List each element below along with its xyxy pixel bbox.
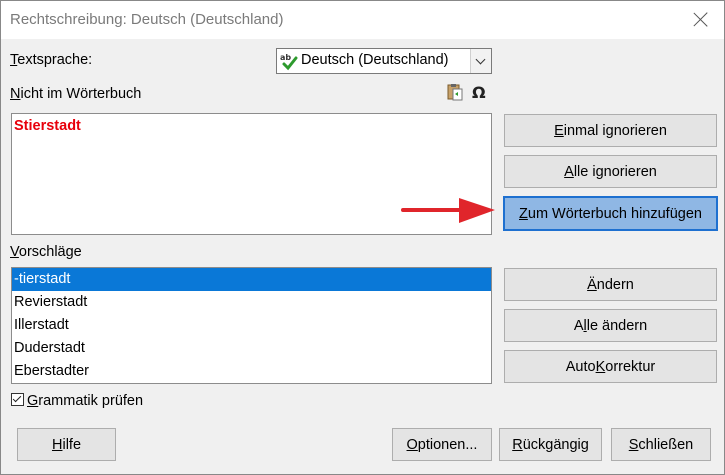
chevron-down-icon[interactable]	[470, 49, 491, 73]
undo-button[interactable]: Rückgängig	[499, 428, 602, 461]
paste-icon[interactable]	[446, 83, 464, 101]
suggestions-label: Vorschläge	[10, 244, 82, 260]
close-button[interactable]: Schließen	[611, 428, 711, 461]
red-arrow-icon	[401, 198, 495, 223]
ignore-all-button[interactable]: Alle ignorieren	[504, 155, 717, 188]
language-select[interactable]: ab Deutsch (Deutschland)	[276, 48, 492, 74]
misspelled-word: Stierstadt	[14, 118, 81, 134]
suggestions-list[interactable]: -tierstadt Revierstadt Illerstadt Duders…	[11, 267, 492, 384]
svg-text:ab: ab	[280, 53, 291, 62]
change-button[interactable]: Ändern	[504, 268, 717, 301]
add-to-dictionary-button[interactable]: Zum Wörterbuch hinzufügen	[503, 196, 718, 231]
change-all-button[interactable]: Al le ändern	[504, 309, 717, 342]
list-item[interactable]: Revierstadt	[12, 291, 491, 314]
help-button[interactable]: Hilfe	[17, 428, 116, 461]
list-item[interactable]: Illerstadt	[12, 314, 491, 337]
title-bar: Rechtschreibung: Deutsch (Deutschland)	[1, 1, 724, 39]
language-label: Textsprache:	[10, 52, 93, 68]
autocorrect-button[interactable]: Auto Korrektur	[504, 350, 717, 383]
list-item[interactable]: -tierstadt	[12, 268, 491, 291]
grammar-label: Grammatik prüfen	[27, 393, 144, 409]
list-item[interactable]: Eberstadter	[12, 360, 491, 383]
list-item[interactable]: Duderstadt	[12, 337, 491, 360]
grammar-checkbox[interactable]	[11, 393, 24, 406]
window-title: Rechtschreibung: Deutsch (Deutschland)	[10, 11, 284, 28]
language-value: Deutsch (Deutschland)	[301, 52, 449, 68]
spellcheck-abc-icon: ab	[280, 53, 298, 71]
svg-text:Ω: Ω	[472, 83, 486, 101]
spellcheck-dialog: Rechtschreibung: Deutsch (Deutschland) T…	[0, 0, 725, 475]
not-in-dictionary-label: Nicht im Wörterbuch	[10, 86, 142, 102]
ignore-once-button[interactable]: Einmal ignorieren	[504, 114, 717, 147]
options-button[interactable]: Optionen...	[392, 428, 492, 461]
close-icon[interactable]	[692, 10, 710, 28]
omega-icon[interactable]: Ω	[471, 83, 489, 101]
